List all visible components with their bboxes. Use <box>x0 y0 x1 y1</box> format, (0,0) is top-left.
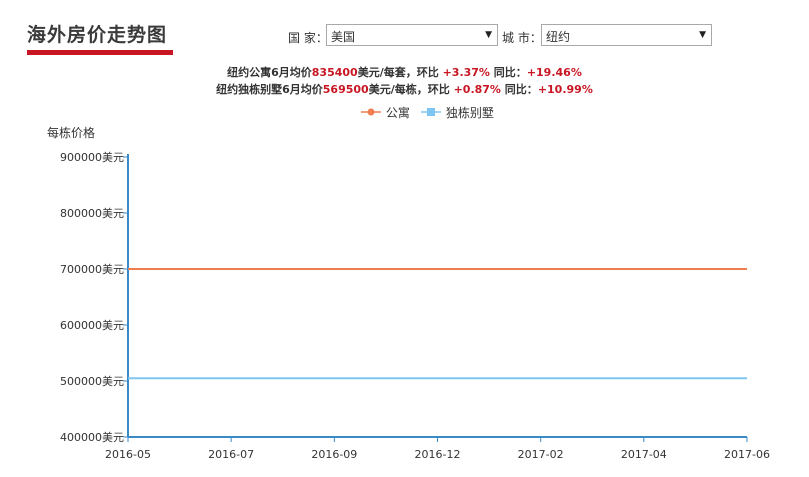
x-tick-label: 2017-06 <box>724 448 770 461</box>
y-tick-label: 900000美元 <box>60 151 124 164</box>
price-trend-chart: 每栋价格 900000美元 800000美元 700000美元 600000美元 5000… <box>47 125 770 461</box>
y-tick-label: 400000美元 <box>60 431 124 444</box>
x-tick-label: 2016-07 <box>208 448 254 461</box>
x-tick-label: 2016-09 <box>311 448 357 461</box>
x-tick-label: 2016-12 <box>415 448 461 461</box>
y-tick-label: 700000美元 <box>60 263 124 276</box>
x-tick-label: 2017-04 <box>621 448 667 461</box>
y-tick-label: 500000美元 <box>60 375 124 388</box>
y-tick-label: 600000美元 <box>60 319 124 332</box>
x-tick-label: 2017-02 <box>518 448 564 461</box>
x-tick-label: 2016-05 <box>105 448 151 461</box>
y-axis-title: 每栋价格 <box>47 125 95 140</box>
y-tick-label: 800000美元 <box>60 207 124 220</box>
